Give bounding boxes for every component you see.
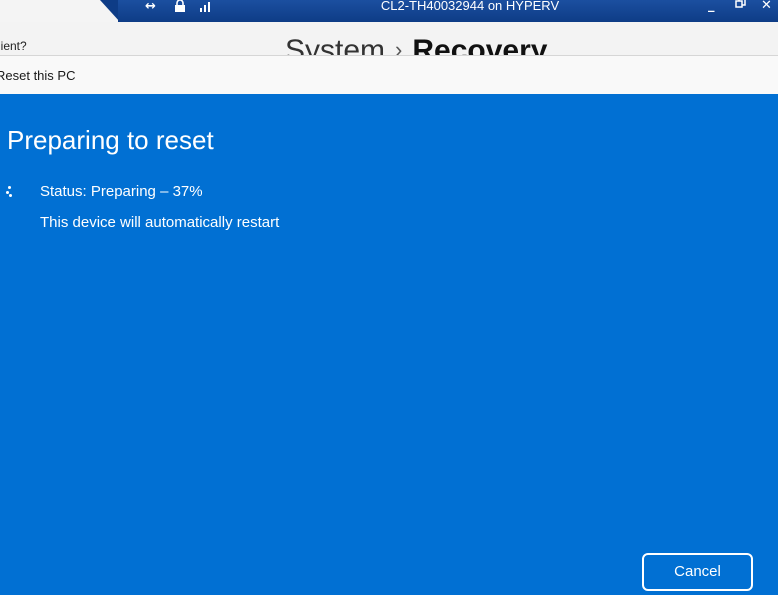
dialog-title: Reset this PC — [0, 68, 76, 83]
signal-icon-shape — [200, 2, 210, 12]
settings-nav-text: lient? — [0, 39, 27, 53]
breadcrumb-system[interactable]: System — [285, 34, 385, 55]
reset-dialog: Preparing to reset Status: Preparing – 3… — [0, 94, 778, 595]
breadcrumb-current: Recovery — [412, 34, 548, 55]
cancel-button[interactable]: Cancel — [642, 553, 753, 591]
lock-icon — [174, 0, 186, 16]
progress-spinner-icon — [6, 186, 12, 197]
connection-bar-edge — [100, 0, 120, 22]
screen: ↔ CL2-TH40032944 on HYPERV _ ✕ lient? Sy… — [0, 0, 778, 595]
breadcrumb: System › Recovery — [285, 34, 547, 55]
settings-header: lient? System › Recovery — [0, 22, 778, 55]
remote-connection-bar: ↔ CL2-TH40032944 on HYPERV _ ✕ — [0, 0, 778, 23]
connection-title: CL2-TH40032944 on HYPERV — [380, 0, 560, 13]
close-button[interactable]: ✕ — [761, 0, 772, 15]
restore-button[interactable] — [735, 0, 746, 15]
dialog-titlebar: Reset this PC — [0, 55, 778, 94]
signal-icon[interactable] — [199, 0, 213, 16]
breadcrumb-separator: › — [395, 37, 403, 55]
restart-message: This device will automatically restart — [40, 214, 280, 231]
lock-icon-shape — [175, 0, 185, 12]
page-title: Preparing to reset — [7, 125, 214, 155]
status-text: Status: Preparing – 37% — [40, 183, 203, 200]
minimize-button[interactable]: _ — [708, 0, 715, 15]
pin-icon[interactable]: ↔ — [145, 0, 156, 16]
restore-icon — [735, 0, 746, 8]
